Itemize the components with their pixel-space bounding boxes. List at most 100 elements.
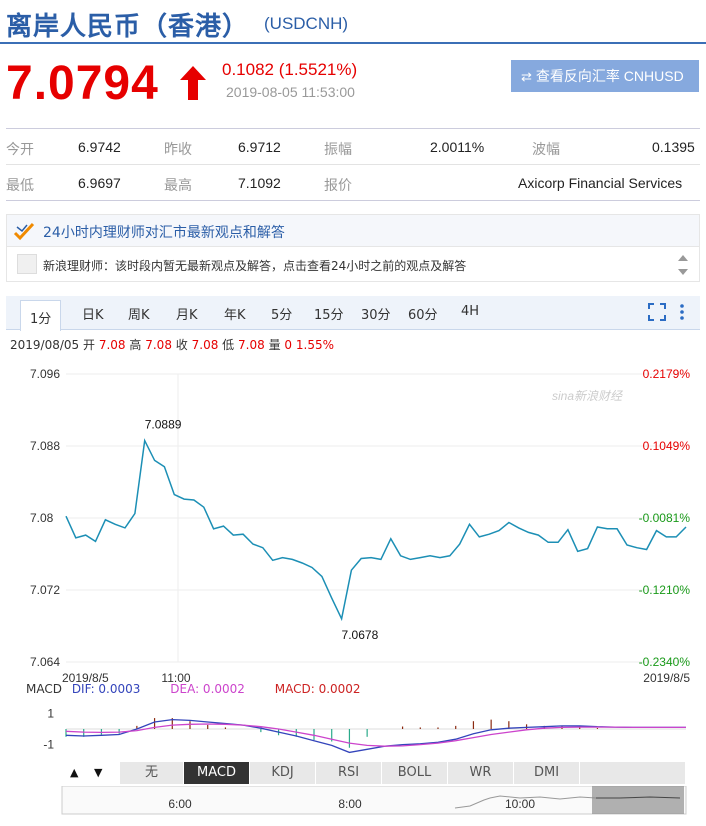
tab-indicator-macd[interactable]: MACD — [184, 762, 250, 784]
price-chart[interactable]: sina新浪财经 7.096 7.088 7.08 7.072 7.064 0.2179… — [0, 356, 706, 696]
advisor-title[interactable]: 24小时内理财师对汇市最新观点和解答 — [43, 222, 285, 242]
time-navigator[interactable]: 6:00 8:00 10:00 — [0, 786, 706, 822]
ohlc-volume: 0 — [284, 338, 293, 352]
pct-tick-label: -0.0081% — [639, 511, 691, 525]
advisor-header: 24小时内理财师对汇市最新观点和解答 — [7, 215, 699, 247]
tab-indicator-kdj[interactable]: KDJ — [250, 762, 316, 784]
ohlc-high: 7.08 — [145, 338, 172, 352]
quote-header: 离岸人民币（香港） (USDCNH) — [0, 0, 706, 44]
stats-row: 今开 6.9742 昨收 6.9712 振幅 2.0011% 波幅 0.1395 — [6, 129, 700, 165]
advisor-panel: 24小时内理财师对汇市最新观点和解答 新浪理财师：该时段内暂无最新观点及解答，点… — [6, 214, 700, 282]
ohlc-low: 7.08 — [238, 338, 265, 352]
high-label: 高 — [129, 338, 142, 352]
pct-tick-label: 0.1049% — [643, 439, 691, 453]
navigator-time-label: 10:00 — [505, 797, 535, 811]
prev-close-label: 昨收 — [164, 141, 192, 157]
tab-weekly[interactable]: 周K — [128, 304, 150, 323]
navigator-time-label: 6:00 — [168, 797, 192, 811]
ohlc-readout: 2019/08/05 开 7.08 高 7.08 收 7.08 低 7.08 量… — [10, 336, 334, 353]
amplitude-value: 2.0011% — [430, 139, 485, 155]
tab-1min[interactable]: 1分 — [20, 300, 62, 331]
amplitude-label: 振幅 — [324, 141, 352, 157]
pct-tick-label: -0.2340% — [639, 655, 691, 669]
more-menu-icon[interactable] — [680, 304, 684, 320]
open-label: 今开 — [6, 141, 34, 157]
y-tick-label: 7.096 — [30, 367, 60, 381]
price-change: 0.1082 (1.5521%) — [222, 60, 358, 79]
tab-indicator-rsi[interactable]: RSI — [316, 762, 382, 784]
scroll-arrows-icon[interactable] — [677, 251, 689, 279]
open-value: 6.9742 — [78, 139, 121, 155]
macd-y-tick: -1 — [43, 738, 54, 752]
current-price: 7.0794 — [6, 57, 159, 110]
avatar — [17, 254, 37, 274]
quote-time: 2019-08-05 11:53:00 — [226, 84, 355, 100]
dea-value: DEA: 0.0002 — [170, 682, 245, 696]
ohlc-pct: 1.55% — [295, 338, 334, 352]
tab-indicator-dmi[interactable]: DMI — [514, 762, 580, 784]
low-label: 低 — [222, 338, 235, 352]
prev-close-value: 6.9712 — [238, 139, 281, 155]
tab-4h[interactable]: 4H — [461, 304, 479, 319]
tab-indicator-boll[interactable]: BOLL — [382, 762, 448, 784]
tab-daily[interactable]: 日K — [82, 304, 104, 323]
range-value: 0.1395 — [652, 139, 695, 155]
fullscreen-icon[interactable] — [648, 303, 666, 321]
price-annotation: 7.0889 — [145, 418, 182, 432]
macd-y-tick: 1 — [47, 706, 54, 720]
tab-indicator-none[interactable]: 无 — [120, 762, 184, 784]
y-tick-label: 7.064 — [30, 655, 60, 669]
trend-check-icon — [13, 222, 35, 241]
up-arrow-icon — [180, 66, 206, 100]
x-tick-label: 2019/8/5 — [643, 671, 690, 685]
tab-indicator-wr[interactable]: WR — [448, 762, 514, 784]
tab-30min[interactable]: 30分 — [361, 304, 391, 323]
indicator-tabs: 无 MACD KDJ RSI BOLL WR DMI — [62, 762, 686, 784]
ohlc-open: 7.08 — [98, 338, 126, 352]
currency-code: (USDCNH) — [264, 14, 349, 33]
low-label: 最低 — [6, 177, 34, 193]
reverse-rate-button[interactable]: ⇄ 查看反向汇率 CNHUSD — [511, 60, 699, 92]
open-label: 开 — [83, 338, 96, 352]
tab-5min[interactable]: 5分 — [271, 304, 292, 323]
tab-60min[interactable]: 60分 — [408, 304, 438, 323]
y-tick-label: 7.088 — [30, 439, 60, 453]
navigator-time-label: 8:00 — [338, 797, 362, 811]
chart-tools — [648, 303, 688, 327]
macd-chart[interactable]: 1 -1 — [0, 696, 706, 760]
dea-line — [65, 723, 686, 747]
currency-name: 离岸人民币（香港） — [6, 12, 250, 42]
price-series-line — [65, 438, 687, 622]
swap-icon: ⇄ — [521, 69, 532, 84]
navigator-selection-handle[interactable] — [592, 786, 684, 814]
volume-label: 量 — [268, 338, 281, 352]
advisor-message[interactable]: 新浪理财师：该时段内暂无最新观点及解答，点击查看24小时之前的观点及解答 — [43, 257, 466, 274]
macd-legend: MACD DIF: 0.0003 DEA: 0.0002 MACD: 0.000… — [26, 682, 361, 696]
reverse-rate-label: 查看反向汇率 CNHUSD — [535, 68, 684, 84]
y-tick-label: 7.072 — [30, 583, 60, 597]
tab-yearly[interactable]: 年K — [224, 304, 246, 323]
low-value: 6.9697 — [78, 175, 121, 191]
dif-value: DIF: 0.0003 — [71, 682, 141, 696]
tab-15min[interactable]: 15分 — [314, 304, 344, 323]
quote-panel: 7.0794 0.1082 (1.5521%) 2019-08-05 11:53… — [0, 50, 706, 120]
ohlc-date: 2019/08/05 — [10, 338, 80, 352]
stats-table: 今开 6.9742 昨收 6.9712 振幅 2.0011% 波幅 0.1395… — [6, 128, 700, 202]
quoter-label: 报价 — [324, 177, 352, 193]
watermark: sina新浪财经 — [552, 389, 624, 403]
macd-name: MACD — [26, 682, 62, 696]
pct-tick-label: 0.2179% — [643, 367, 691, 381]
pct-tick-label: -0.1210% — [639, 583, 691, 597]
high-label: 最高 — [164, 177, 192, 193]
tab-monthly[interactable]: 月K — [176, 304, 198, 323]
chart-period-tabs: 1分 日K 周K 月K 年K 5分 15分 30分 60分 4H — [6, 296, 700, 331]
close-label: 收 — [175, 338, 188, 352]
ohlc-close: 7.08 — [191, 338, 219, 352]
price-annotation: 7.0678 — [342, 628, 379, 642]
high-value: 7.1092 — [238, 175, 281, 191]
tab-spacer — [580, 762, 686, 784]
range-label: 波幅 — [532, 141, 560, 157]
y-tick-label: 7.08 — [30, 511, 54, 525]
quoter-value: Axicorp Financial Services — [518, 175, 683, 191]
dif-line — [65, 718, 686, 754]
